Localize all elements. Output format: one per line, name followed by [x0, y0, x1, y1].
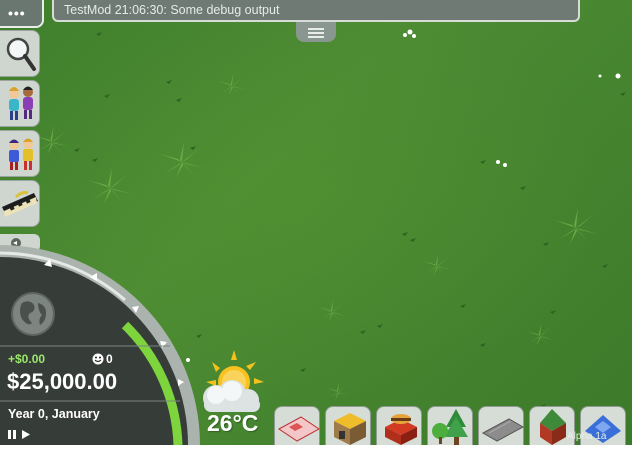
guest-count: 0: [106, 352, 113, 366]
console-message: TestMod 21:06:30: Some debug output: [64, 3, 280, 17]
path-icon: [481, 418, 525, 442]
weather-sunny-cloud-icon: [203, 350, 264, 412]
toolbar-shops[interactable]: [325, 406, 371, 445]
guest-face-icon: [92, 353, 104, 365]
main-menu-button[interactable]: •••: [0, 0, 44, 28]
debug-console: TestMod 21:06:30: Some debug output: [52, 0, 580, 22]
sidebar-item-search[interactable]: [0, 30, 40, 77]
tree-icon: [432, 409, 468, 445]
magnifier-icon: [6, 37, 36, 71]
toolbar-scenery[interactable]: [427, 406, 473, 445]
temperature: 26°C: [207, 410, 259, 436]
version-label: Alpha 1a: [567, 431, 607, 442]
toolbar-terrain[interactable]: [274, 406, 320, 445]
time-controls: [8, 430, 30, 439]
sidebar-item-staff[interactable]: [0, 130, 40, 177]
park-money: $25,000.00: [7, 369, 118, 394]
guests-icon: [9, 86, 33, 120]
pause-icon[interactable]: [8, 430, 11, 439]
staff-icon: [9, 138, 33, 170]
burger-stall-icon: [385, 414, 417, 445]
play-icon[interactable]: [22, 430, 30, 439]
toolbar-food[interactable]: [376, 406, 422, 445]
terrain-icon: [278, 416, 320, 442]
income-rate: +$0.00: [8, 352, 46, 366]
toolbar-paths[interactable]: [478, 406, 525, 445]
sidebar-item-guests[interactable]: [0, 80, 40, 127]
park-overview-button[interactable]: [8, 289, 58, 339]
sidebar-item-rides[interactable]: [0, 180, 40, 227]
menu-dots-icon: •••: [8, 5, 26, 21]
ride-train-icon: [2, 191, 38, 217]
console-toggle-handle[interactable]: [296, 22, 336, 42]
shop-icon: [334, 413, 366, 445]
park-date: Year 0, January: [8, 407, 100, 421]
